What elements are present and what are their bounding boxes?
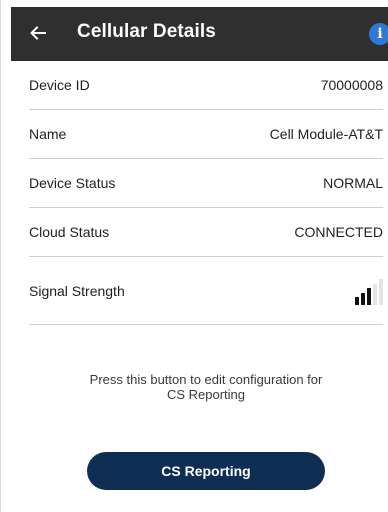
signal-strength-label: Signal Strength (29, 282, 125, 299)
signal-bar (373, 283, 377, 305)
detail-row-signal-strength: Signal Strength (29, 257, 383, 325)
cs-reporting-button[interactable]: CS Reporting (87, 452, 325, 490)
page-title: Cellular Details (77, 21, 216, 42)
name-label: Name (29, 126, 67, 142)
cloud-status-value: CONNECTED (294, 224, 383, 240)
signal-bar (379, 278, 383, 305)
detail-row-cloud-status: Cloud Status CONNECTED (29, 208, 383, 257)
hint-line-1: Press this button to edit configuration … (89, 372, 323, 387)
device-status-label: Device Status (29, 175, 116, 191)
cloud-status-label: Cloud Status (29, 224, 110, 240)
info-icon[interactable]: i (369, 23, 388, 45)
details-list: Device ID 70000008 Name Cell Module-AT&T… (29, 61, 383, 325)
detail-row-name: Name Cell Module-AT&T (29, 110, 383, 159)
back-button[interactable] (25, 20, 51, 46)
device-status-value: NORMAL (323, 175, 383, 191)
cellular-details-screen: Cellular Details i Device ID 70000008 Na… (0, 0, 388, 512)
name-value: Cell Module-AT&T (269, 126, 383, 142)
signal-bar (367, 287, 371, 305)
device-id-value: 70000008 (320, 77, 383, 93)
signal-bar (361, 292, 365, 305)
signal-bar (355, 296, 359, 305)
signal-bars-icon (355, 278, 383, 305)
app-bar: Cellular Details i (11, 7, 388, 61)
detail-row-device-id: Device ID 70000008 (29, 61, 383, 110)
device-id-label: Device ID (29, 77, 90, 93)
arrow-left-icon (30, 26, 46, 40)
cs-reporting-hint: Press this button to edit configuration … (29, 372, 383, 402)
detail-row-device-status: Device Status NORMAL (29, 159, 383, 208)
hint-line-2: CS Reporting (166, 387, 246, 402)
